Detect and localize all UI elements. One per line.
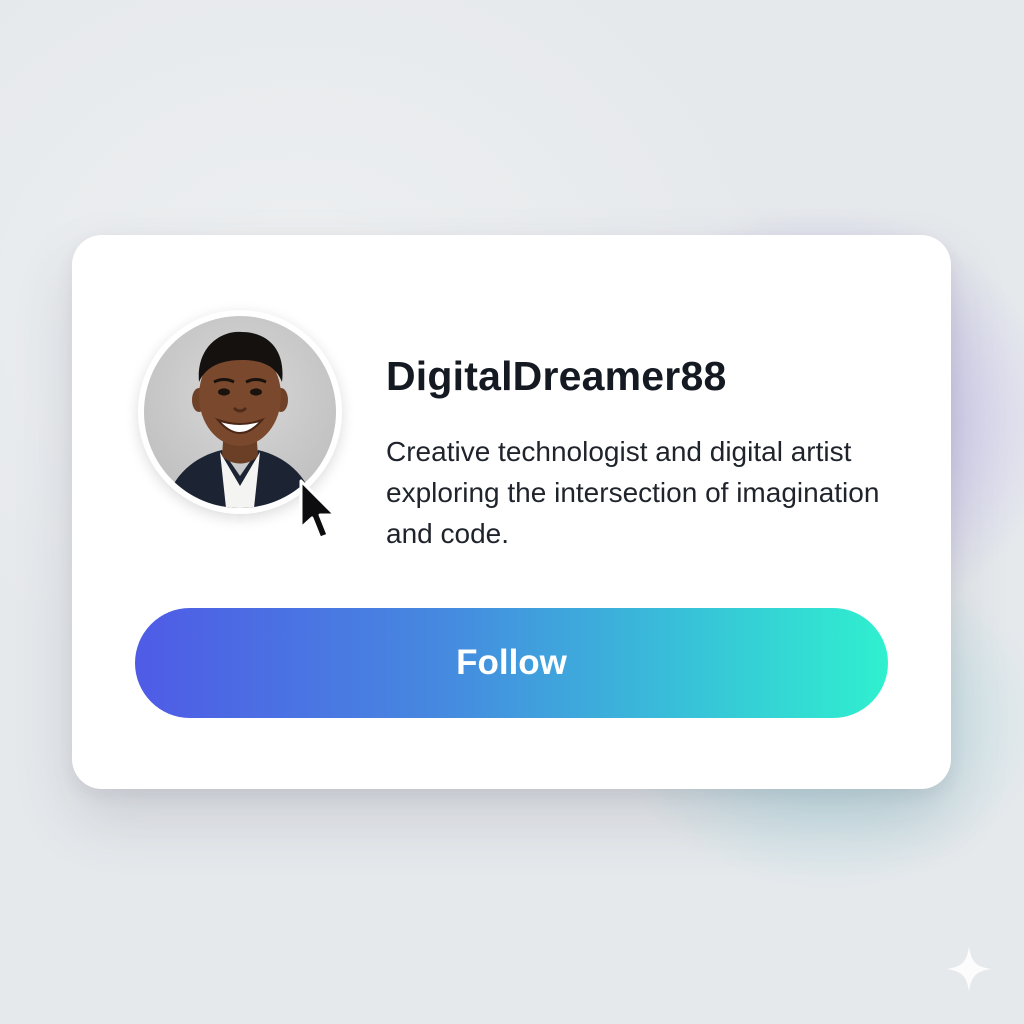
- follow-button[interactable]: Follow: [135, 608, 888, 718]
- profile-bio: Creative technologist and digital artist…: [386, 436, 880, 549]
- mouse-pointer-icon: [299, 479, 337, 540]
- sparkle-icon: [946, 946, 992, 992]
- profile-username: DigitalDreamer88: [386, 353, 727, 399]
- profile-card: DigitalDreamer88 Creative technologist a…: [72, 235, 951, 789]
